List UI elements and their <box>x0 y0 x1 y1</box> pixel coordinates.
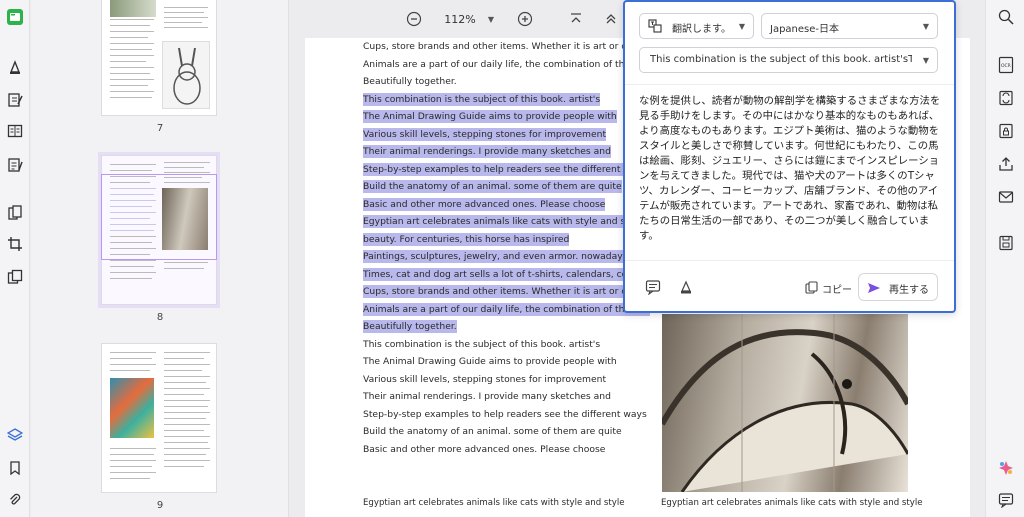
thumbnail-text-right <box>164 350 210 480</box>
svg-text:OCR: OCR <box>1001 63 1011 69</box>
divider <box>625 84 954 85</box>
text-line: Their animal renderings. I provide many … <box>363 391 611 402</box>
play-label: 再生する <box>889 285 929 296</box>
colorful-bird-thumbnail-image <box>110 378 154 438</box>
highlighted-text-line[interactable]: Build the anatomy of an animal. some of … <box>363 180 622 193</box>
thumbnail-page-8[interactable] <box>98 152 220 308</box>
chevron-down-icon: ▼ <box>738 22 745 31</box>
layout-icon[interactable] <box>5 121 25 141</box>
highlight-tool-icon[interactable] <box>678 279 696 297</box>
highlighted-text-line[interactable]: Step-by-step examples to help readers se… <box>363 162 647 176</box>
language-select[interactable]: Japanese-日本 ▼ <box>761 13 938 39</box>
page-thumbnails-panel: 7 8 9 <box>31 0 289 517</box>
translate-icon <box>648 19 662 36</box>
chat-icon[interactable] <box>996 490 1016 510</box>
reader-mode-icon[interactable] <box>5 7 25 27</box>
thumbnail-page-number: 8 <box>156 312 164 323</box>
zoom-level[interactable]: 112% <box>440 9 480 29</box>
thumbnail-page-7[interactable] <box>101 0 217 116</box>
attachment-icon[interactable] <box>5 490 25 510</box>
compare-icon[interactable] <box>5 267 25 287</box>
highlighted-text-line[interactable]: beauty. For centuries, this horse has in… <box>363 232 570 246</box>
copy-button[interactable]: コピー <box>822 281 852 296</box>
highlighted-text-line[interactable]: Paintings, sculptures, jewelry, and even… <box>363 250 628 263</box>
highlighted-text-line[interactable]: Various skill levels, stepping stones fo… <box>363 127 607 141</box>
play-icon <box>867 280 881 299</box>
share-icon[interactable] <box>996 154 1016 174</box>
text-line: Build the anatomy of an animal. some of … <box>363 426 622 437</box>
right-tool-rail: OCR <box>985 0 1024 517</box>
highlighted-text-line[interactable]: Animals are a part of our daily life, th… <box>363 302 650 316</box>
highlighted-text-line[interactable]: The Animal Drawing Guide aims to provide… <box>363 110 617 123</box>
edit-text-icon[interactable] <box>5 90 25 110</box>
zoom-in-button[interactable] <box>515 9 535 29</box>
text-line: Animals are a part of our daily life, th… <box>363 58 650 70</box>
search-icon[interactable] <box>996 7 1016 27</box>
source-text-label: This combination is the subject of this … <box>650 54 912 65</box>
organize-pages-icon[interactable] <box>5 203 25 223</box>
thumbnail-page-9[interactable] <box>101 343 217 493</box>
form-icon[interactable] <box>5 155 25 175</box>
text-line: Beautifully together. <box>363 76 457 87</box>
bookmark-icon[interactable] <box>5 458 25 478</box>
highlighted-text-line[interactable]: Their animal renderings. I provide many … <box>363 145 611 158</box>
zoom-out-button[interactable] <box>404 9 424 29</box>
chevron-down-icon: ▼ <box>922 22 929 31</box>
translate-mode-label: 翻訳します。 <box>672 24 731 35</box>
text-line: Various skill levels, stepping stones fo… <box>363 373 607 385</box>
crop-icon[interactable] <box>5 234 25 254</box>
highlighted-text-line[interactable]: Times, cat and dog art sells a lot of t-… <box>363 267 645 281</box>
translate-mode-select[interactable]: 翻訳します。 ▼ <box>639 13 754 39</box>
thumbnail-page-number: 7 <box>156 123 164 134</box>
ocr-icon[interactable]: OCR <box>996 55 1016 75</box>
previous-page-icon[interactable] <box>601 9 621 29</box>
divider <box>625 260 954 261</box>
rabbit-illustration <box>162 41 210 109</box>
text-line: Cups, store brands and other items. Whet… <box>363 41 664 52</box>
source-text-select[interactable]: This combination is the subject of this … <box>639 47 938 73</box>
save-document-icon[interactable] <box>996 233 1016 253</box>
translation-popup: 翻訳します。 ▼ Japanese-日本 ▼ This combination … <box>623 0 956 313</box>
thumbnail-image-top <box>110 0 156 17</box>
highlighted-text-line[interactable]: This combination is the subject of this … <box>363 92 601 106</box>
highlighted-text-line[interactable]: Egyptian art celebrates animals like cat… <box>363 215 643 228</box>
comment-icon[interactable] <box>645 279 663 297</box>
left-tool-rail <box>0 0 30 517</box>
highlighter-icon[interactable] <box>5 57 25 77</box>
ai-assistant-icon[interactable] <box>996 458 1016 478</box>
layers-icon[interactable] <box>5 425 25 445</box>
text-line-bottom-right: Egyptian art celebrates animals like cat… <box>661 498 923 508</box>
text-line-bottom-left: Egyptian art celebrates animals like cat… <box>363 498 625 508</box>
text-line: This combination is the subject of this … <box>363 338 601 350</box>
visible-area-indicator[interactable] <box>101 174 217 260</box>
protect-icon[interactable] <box>996 121 1016 141</box>
highlighted-text-line[interactable]: Basic and other more advanced ones. Plea… <box>363 197 606 211</box>
zoom-dropdown-icon[interactable]: ▼ <box>484 9 498 29</box>
copy-icon[interactable] <box>805 279 819 294</box>
chevron-down-icon: ▼ <box>922 56 929 65</box>
mail-icon[interactable] <box>996 187 1016 207</box>
text-line: Step-by-step examples to help readers se… <box>363 408 647 420</box>
highlighted-text-line[interactable]: Beautifully together. <box>363 320 457 333</box>
horse-photo <box>662 314 908 492</box>
thumbnail-text-bottom <box>110 260 210 300</box>
thumbnail-text-column <box>110 3 156 113</box>
convert-icon[interactable] <box>996 88 1016 108</box>
translation-result: な例を提供し、読者が動物の解剖学を構築するさまざまな方法を見る手助けをします。そ… <box>639 95 941 242</box>
thumbnail-text-right <box>164 7 208 28</box>
thumbnail-page-number: 9 <box>156 500 164 511</box>
first-page-icon[interactable] <box>566 9 586 29</box>
text-line: Basic and other more advanced ones. Plea… <box>363 443 606 455</box>
text-line: The Animal Drawing Guide aims to provide… <box>363 356 617 367</box>
language-label: Japanese-日本 <box>770 24 840 35</box>
play-button[interactable]: 再生する <box>858 273 938 301</box>
highlighted-text-line[interactable]: Cups, store brands and other items. Whet… <box>363 285 664 298</box>
